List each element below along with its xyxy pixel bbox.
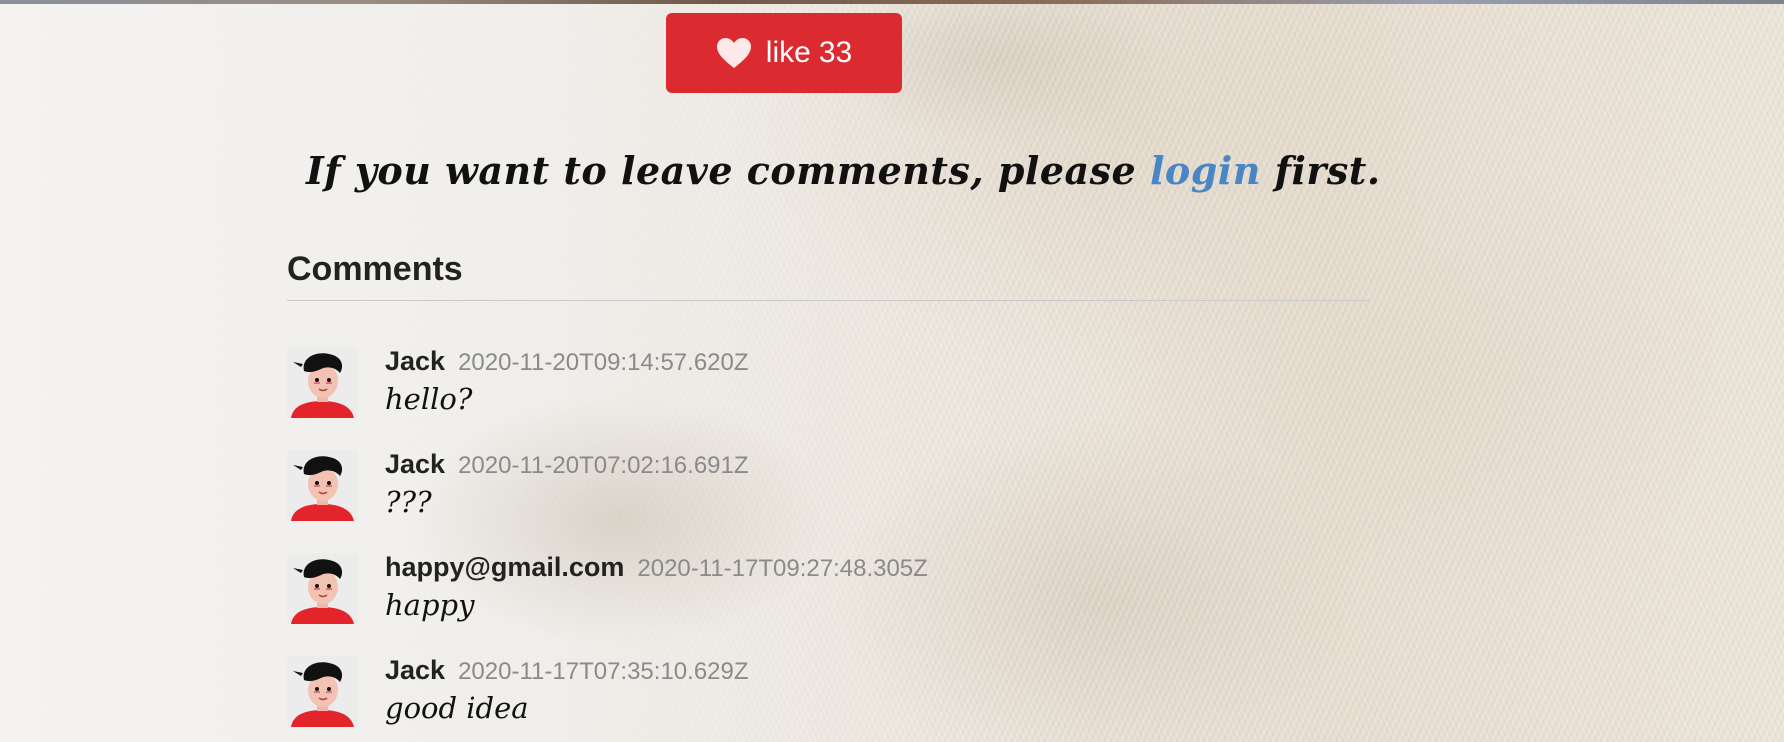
comment-item: Jack 2020-11-20T07:02:16.691Z ??? — [287, 449, 1287, 552]
header-image-edge — [0, 0, 1784, 4]
comment-timestamp: 2020-11-20T09:14:57.620Z — [458, 349, 749, 376]
like-button[interactable]: like 33 — [666, 13, 902, 93]
post-page: like 33 If you want to leave comments, p… — [0, 0, 1784, 742]
comment-text: hello? — [385, 382, 473, 416]
comment-text: ??? — [385, 485, 432, 519]
login-prompt-suffix: first. — [1274, 148, 1381, 193]
login-prompt: If you want to leave comments, please lo… — [306, 148, 1381, 193]
comment-timestamp: 2020-11-17T07:35:10.629Z — [458, 658, 749, 685]
heart-icon — [716, 37, 752, 69]
comment-timestamp: 2020-11-20T07:02:16.691Z — [458, 452, 749, 479]
comment-item: happy@gmail.com 2020-11-17T09:27:48.305Z… — [287, 552, 1287, 655]
comment-text: happy — [385, 588, 475, 622]
comment-author[interactable]: happy@gmail.com — [385, 552, 624, 583]
comment-item: Jack 2020-11-17T07:35:10.629Z good idea — [287, 655, 1287, 742]
comment-text: good idea — [385, 691, 529, 725]
login-link[interactable]: login — [1150, 148, 1261, 193]
avatar — [287, 656, 358, 727]
comments-heading: Comments — [287, 250, 463, 288]
comments-divider — [287, 300, 1370, 301]
comment-timestamp: 2020-11-17T09:27:48.305Z — [637, 555, 928, 582]
comment-list: Jack 2020-11-20T09:14:57.620Z hello? Jac… — [287, 346, 1287, 742]
comment-item: Jack 2020-11-20T09:14:57.620Z hello? — [287, 346, 1287, 449]
avatar — [287, 347, 358, 418]
comment-author[interactable]: Jack — [385, 346, 445, 377]
avatar — [287, 450, 358, 521]
like-label: like — [765, 36, 811, 69]
avatar — [287, 553, 358, 624]
comment-author[interactable]: Jack — [385, 655, 445, 686]
login-prompt-text: If you want to leave comments, please — [306, 148, 1137, 193]
like-count: 33 — [818, 36, 853, 69]
comment-author[interactable]: Jack — [385, 449, 445, 480]
